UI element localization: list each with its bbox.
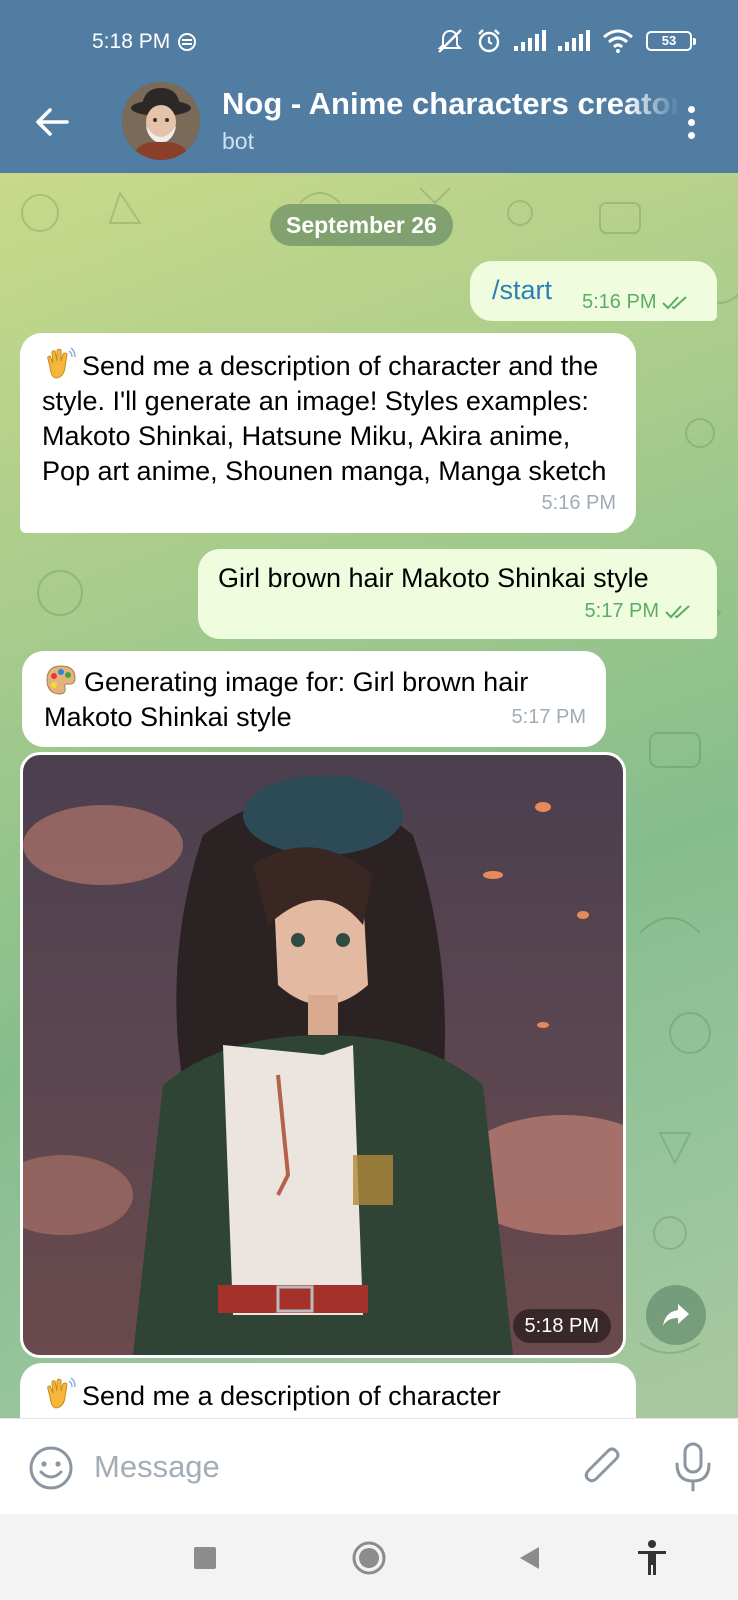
message-time: 5:16 PM bbox=[582, 291, 657, 313]
mute-icon bbox=[436, 28, 464, 54]
message-meta: 5:16 PM bbox=[582, 285, 690, 320]
message-input[interactable] bbox=[94, 1441, 544, 1493]
status-time: 5:18 PM bbox=[92, 30, 171, 53]
avatar[interactable] bbox=[122, 82, 200, 160]
accessibility-icon bbox=[638, 1540, 666, 1575]
message-bubble-incoming[interactable]: Send me a description of character and t… bbox=[20, 333, 636, 533]
chat-area[interactable]: September 26 /start 5:16 PM Send me a de… bbox=[0, 173, 738, 1418]
message-text: Girl brown hair Makoto Shinkai style bbox=[218, 563, 649, 593]
smiley-icon bbox=[29, 1446, 73, 1490]
message-bubble-incoming[interactable]: Generating image for: Girl brown hair Ma… bbox=[22, 651, 606, 747]
wifi-icon bbox=[602, 29, 634, 53]
photo-time: 5:18 PM bbox=[512, 1309, 611, 1343]
home-button[interactable] bbox=[347, 1536, 391, 1580]
status-icons: 53 bbox=[436, 26, 696, 56]
triangle-back-icon bbox=[520, 1547, 539, 1569]
waving-hand-icon bbox=[47, 347, 76, 379]
top-bar: 5:18 PM 53 Nog - Anime characters creato… bbox=[0, 0, 738, 173]
accessibility-button[interactable] bbox=[630, 1536, 674, 1580]
signal-icon bbox=[514, 30, 546, 52]
back-button[interactable] bbox=[28, 98, 76, 146]
signal-icon bbox=[558, 30, 590, 52]
alarm-icon bbox=[476, 28, 502, 54]
system-nav-bar bbox=[0, 1514, 738, 1600]
message-input-bar bbox=[0, 1418, 738, 1514]
message-text: Generating image for: Girl brown hair Ma… bbox=[44, 667, 529, 732]
paperclip-icon bbox=[584, 1447, 620, 1483]
generated-image[interactable]: 5:18 PM bbox=[20, 752, 626, 1358]
message-text: Send me a description of character and t… bbox=[42, 351, 607, 486]
forward-arrow-icon bbox=[663, 1304, 689, 1326]
double-check-icon bbox=[665, 605, 690, 619]
more-menu-button[interactable] bbox=[676, 100, 706, 144]
message-time: 5:16 PM bbox=[541, 492, 616, 514]
message-bubble-outgoing[interactable]: Girl brown hair Makoto Shinkai style 5:1… bbox=[198, 549, 717, 639]
square-icon bbox=[194, 1547, 216, 1569]
chat-subtitle: bot bbox=[222, 128, 254, 154]
message-bubble-incoming[interactable]: Send me a description of character bbox=[20, 1363, 636, 1418]
artist-palette-icon bbox=[46, 665, 76, 695]
waving-hand-icon bbox=[47, 1377, 76, 1409]
attach-button[interactable] bbox=[580, 1443, 626, 1491]
home-circle-icon bbox=[352, 1541, 386, 1575]
message-bubble-outgoing[interactable]: /start 5:16 PM bbox=[470, 261, 717, 321]
bot-command-link[interactable]: /start bbox=[492, 273, 552, 308]
data-saver-icon bbox=[176, 31, 198, 53]
more-vertical-icon bbox=[687, 105, 695, 113]
voice-message-button[interactable] bbox=[672, 1441, 714, 1493]
message-time: 5:17 PM bbox=[511, 706, 586, 728]
emoji-button[interactable] bbox=[28, 1445, 74, 1491]
share-button[interactable] bbox=[646, 1285, 706, 1345]
message-text: Send me a description of character bbox=[82, 1381, 501, 1411]
date-separator: September 26 bbox=[270, 204, 453, 246]
back-nav-button[interactable] bbox=[508, 1536, 552, 1580]
double-check-icon bbox=[662, 296, 688, 310]
chat-title[interactable]: Nog - Anime characters creator bbox=[222, 86, 680, 122]
message-meta: 5:17 PM bbox=[585, 594, 693, 629]
microphone-icon bbox=[675, 1442, 711, 1492]
battery-icon: 53 bbox=[646, 31, 696, 51]
anime-girl-image bbox=[23, 755, 623, 1355]
back-arrow-icon bbox=[36, 108, 69, 136]
recents-button[interactable] bbox=[183, 1536, 227, 1580]
message-time: 5:17 PM bbox=[584, 600, 659, 622]
